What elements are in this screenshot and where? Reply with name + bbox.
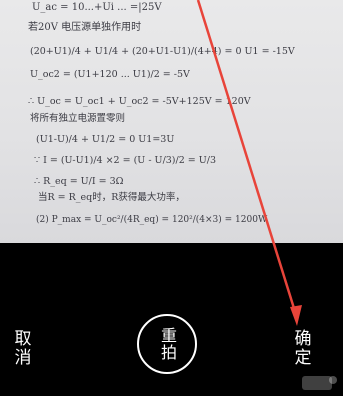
note-line-3: (20+U1)/4 + U1/4 + (20+U1-U1)/(4+4) = 0 … [30,46,295,57]
note-line-7: (U1-U)/4 + U1/2 = 0 U1=3U [36,134,174,145]
note-line-2: 若20V 电压源单独作用时 [28,20,141,33]
note-line-1: U_ac = 10...+Ui ... =|25V [32,2,162,13]
note-line-8: ∵ I = (U-U1)/4 ×2 = (U - U/3)/2 = U/3 [34,155,216,166]
watermark-logo-icon [302,376,337,390]
captured-photo: U_ac = 10...+Ui ... =|25V 若20V 电压源单独作用时 … [0,0,343,243]
note-line-5: ∴ U_oc = U_oc1 + U_oc2 = -5V+125V = 120V [28,96,251,107]
note-line-6: 将所有独立电源置零则 [30,112,125,124]
retake-label: 重拍 [158,327,177,361]
note-line-11: (2) P_max = U_oc²/(4R_eq) = 120²/(4×3) =… [36,214,268,225]
note-line-9: ∴ R_eq = U/I = 3Ω [34,176,124,187]
handwritten-notes: U_ac = 10...+Ui ... =|25V 若20V 电压源单独作用时 … [28,2,295,225]
note-line-4: U_oc2 = (U1+120 ... U1)/2 = -5V [30,69,190,80]
confirm-label: 确定 [290,329,311,367]
retake-button[interactable]: 重拍 [137,314,197,374]
confirm-button[interactable]: 确定 [290,325,312,371]
cancel-button[interactable]: 取消 [10,325,32,371]
cancel-label: 取消 [10,329,31,367]
note-line-10: 当R = R_eq时，R获得最大功率， [38,191,185,203]
